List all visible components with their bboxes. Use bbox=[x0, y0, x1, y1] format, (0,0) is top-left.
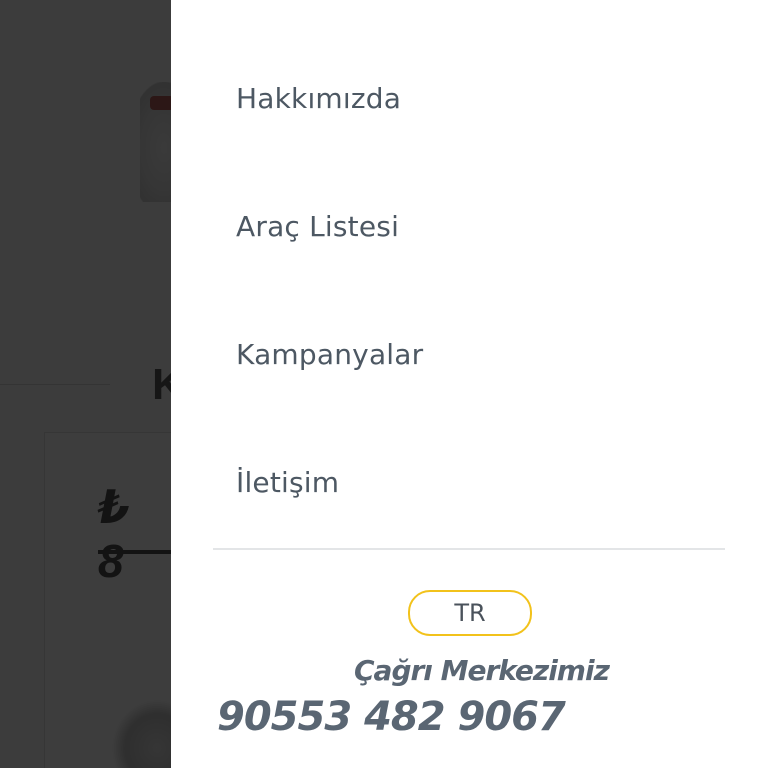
call-center-label: Çağrı Merkezimiz bbox=[354, 654, 610, 687]
menu-divider bbox=[213, 548, 725, 550]
side-drawer: Hakkımızda Araç Listesi Kampanyalar İlet… bbox=[171, 0, 768, 768]
menu-item-vehicle-list[interactable]: Araç Listesi bbox=[236, 210, 399, 243]
menu-item-about[interactable]: Hakkımızda bbox=[236, 82, 401, 115]
menu-item-contact[interactable]: İletişim bbox=[236, 466, 339, 499]
call-center-phone[interactable]: 90553 482 9067 bbox=[217, 694, 566, 740]
menu-item-campaigns[interactable]: Kampanyalar bbox=[236, 338, 423, 371]
drawer-backdrop[interactable] bbox=[0, 0, 171, 768]
language-button[interactable]: TR bbox=[408, 590, 532, 636]
